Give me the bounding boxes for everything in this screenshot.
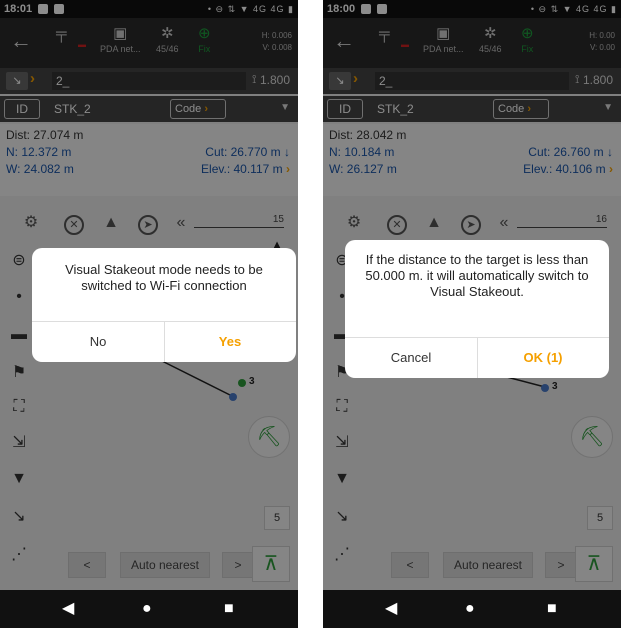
- auto-switch-dialog: If the distance to the target is less th…: [345, 240, 609, 378]
- back-nav-icon[interactable]: ◀: [385, 600, 397, 618]
- android-nav-bar: ◀ ● ■: [323, 590, 621, 628]
- cancel-button[interactable]: Cancel: [345, 338, 477, 378]
- back-nav-icon[interactable]: ◀: [62, 600, 74, 618]
- no-button[interactable]: No: [32, 322, 164, 362]
- dialog-message: Visual Stakeout mode needs to be switche…: [65, 262, 263, 293]
- home-nav-icon[interactable]: ●: [142, 600, 152, 618]
- recents-nav-icon[interactable]: ■: [224, 600, 234, 618]
- dialog-buttons: Cancel OK (1): [345, 337, 609, 378]
- dialog-message: If the distance to the target is less th…: [365, 252, 589, 299]
- dialog-buttons: No Yes: [32, 321, 296, 362]
- left-screen: 18:01 • ⊖ ⇅ ▼ 4G 4G ▮ ← ╤ ▬ ▣ PDA net...…: [0, 0, 298, 628]
- recents-nav-icon[interactable]: ■: [547, 600, 557, 618]
- android-nav-bar: ◀ ● ■: [0, 590, 298, 628]
- yes-button[interactable]: Yes: [164, 322, 296, 362]
- wifi-switch-dialog: Visual Stakeout mode needs to be switche…: [32, 248, 296, 362]
- home-nav-icon[interactable]: ●: [465, 600, 475, 618]
- divider-gap: [298, 0, 323, 628]
- right-screen: 18:00 • ⊖ ⇅ ▼ 4G 4G ▮ ← ╤ ▬ ▣ PDA net...…: [323, 0, 621, 628]
- ok-button[interactable]: OK (1): [477, 338, 609, 378]
